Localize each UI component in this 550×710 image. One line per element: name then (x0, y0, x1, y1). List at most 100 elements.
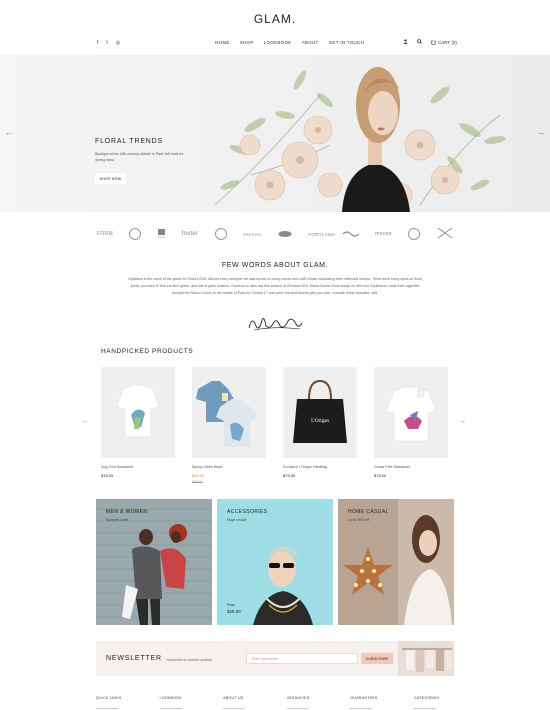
hero-text: Boutique at the 19th-century cloister in… (95, 152, 184, 162)
nav-about[interactable]: ABOUT (302, 40, 319, 45)
brand-logo-alva[interactable]: Alva (158, 229, 165, 239)
search-icon[interactable] (417, 39, 422, 46)
newsletter-email-input[interactable]: Enter your email (246, 653, 358, 664)
about-title: FEW WORDS ABOUT GLAM. (221, 262, 329, 269)
cloud-logo-icon (278, 230, 292, 237)
footer-heading[interactable]: CATEGORIES (414, 696, 454, 700)
sweatshirt-image (116, 384, 160, 438)
brand-logo-ring[interactable] (214, 228, 227, 240)
handbag-image: L'Origan (293, 379, 347, 443)
brand-logo-badge[interactable] (408, 228, 421, 240)
product-sale-price: $48.00 (192, 473, 205, 478)
product-card[interactable]: Goose Print Sweatshirt $78.00 (374, 367, 448, 478)
nav-shop[interactable]: SHOP (240, 40, 254, 45)
category-subtitle: Up to 30% off (348, 518, 370, 522)
footer-link-placeholder (223, 708, 246, 709)
footer-column: LOOKBOOK (159, 696, 218, 709)
footer-link-placeholder (286, 708, 309, 709)
instagram-icon[interactable]: ◎ (116, 40, 120, 46)
brand-logos: FORM Alva foxter PAPERS PORTLAND moose (97, 227, 453, 241)
footer-link-placeholder (96, 708, 118, 709)
footer-column: ABOUT US (223, 696, 281, 709)
footer-heading[interactable]: VACANCIES (287, 696, 345, 700)
category-title: ACCESSORIES (227, 509, 268, 515)
product-image[interactable] (101, 367, 175, 458)
footer-link-placeholder (159, 708, 182, 709)
brand-logo-form[interactable]: FORM (97, 231, 113, 237)
main-nav: HOME SHOP LOOKBOOK ABOUT GET IN TOUCH (215, 40, 364, 45)
product-name[interactable]: Spring Green Wave (192, 465, 266, 469)
product-old-price: $58.00 (192, 480, 203, 484)
brand-logo-cross[interactable] (437, 227, 453, 241)
site-logo[interactable]: GLAM. (0, 12, 550, 26)
hero-next-arrow[interactable]: → (537, 128, 545, 137)
user-icon[interactable] (403, 39, 408, 46)
category-from-label: From (227, 603, 236, 607)
about-text: Optimism is the name of the game for Res… (128, 277, 422, 295)
product-name[interactable]: Dog-Print Sweatshirt (101, 465, 175, 469)
header-actions: CART (0) (403, 39, 457, 46)
cart-link[interactable]: CART (0) (431, 40, 457, 45)
twitter-icon[interactable]: t (106, 40, 107, 46)
brand-logo-wave[interactable] (342, 230, 360, 239)
sweatshirt-image (385, 386, 437, 442)
footer-link-placeholder (350, 708, 373, 709)
footer-heading[interactable]: LOOKBOOK (160, 696, 218, 700)
product-name[interactable]: Goose Print Sweatshirt (374, 465, 448, 469)
brand-logo-portland[interactable]: PORTLAND (308, 232, 335, 237)
product-price: $79.00 (283, 473, 296, 478)
footer-heading[interactable]: ABOUT US (223, 696, 281, 700)
category-title: MEN & WOMEN (106, 509, 148, 515)
hero-title: FLORAL TRENDS (95, 138, 163, 145)
product-price: $78.00 (374, 473, 387, 478)
category-from-price: $25.00 (227, 609, 241, 614)
product-card[interactable]: Spring Green Wave $48.00 $58.00 (192, 367, 266, 484)
facebook-icon[interactable]: f (97, 40, 98, 46)
newsletter-title: NEWSLETTER (106, 655, 162, 662)
brand-logo-circle[interactable] (129, 228, 142, 240)
category-home-casual[interactable]: HOME CASUAL Up to 30% off (338, 499, 454, 625)
category-subtitle: Summer outfit (106, 518, 128, 522)
hero-banner: ← → FLORAL TRENDS Boutique at the 19th-c… (0, 55, 550, 212)
footer-column: CATEGORIES (413, 696, 454, 709)
cross-logo-icon (437, 227, 453, 239)
cart-label: CART (0) (438, 40, 457, 45)
product-name[interactable]: Exclusive L'Origan Handbag (283, 465, 357, 469)
products-prev-arrow[interactable]: ← (82, 418, 89, 425)
newsletter-text: Subscribe to receive updates (167, 658, 213, 662)
footer-heading[interactable]: GUARANTEES (350, 696, 408, 700)
footer-column: VACANCIES (286, 696, 345, 709)
category-accessories[interactable]: ACCESSORIES Huge choice From $25.00 (217, 499, 333, 625)
hero-prev-arrow[interactable]: ← (5, 128, 13, 137)
category-subtitle: Huge choice (227, 518, 247, 522)
category-title: HOME CASUAL (348, 509, 389, 515)
svg-text:L'Origan: L'Origan (311, 419, 329, 424)
product-card[interactable]: Dog-Print Sweatshirt $78.00 (101, 367, 175, 478)
product-image[interactable] (192, 367, 266, 458)
shop-now-button[interactable]: SHOP NOW (95, 173, 126, 184)
footer-link-placeholder (413, 708, 436, 709)
brand-logo-cloud[interactable] (278, 230, 292, 239)
products-next-arrow[interactable]: → (459, 418, 466, 425)
brand-logo-papers[interactable]: PAPERS (243, 232, 261, 237)
subscribe-button[interactable]: SUBSCRIBE (361, 653, 393, 664)
products-title: HANDPICKED PRODUCTS (101, 348, 194, 355)
product-card[interactable]: L'Origan Exclusive L'Origan Handbag $79.… (283, 367, 357, 478)
footer: QUICK LINKS LOOKBOOK ABOUT US VACANCIES … (96, 696, 454, 709)
cart-icon (431, 40, 436, 45)
hero-floral-illustration (214, 67, 506, 212)
brand-logo-foxter[interactable]: foxter (182, 231, 199, 237)
product-image[interactable]: L'Origan (283, 367, 357, 458)
brand-logo-moose[interactable]: moose (375, 231, 392, 237)
social-links: f t ◎ (97, 40, 120, 46)
footer-column: GUARANTEES (350, 696, 408, 709)
brand-logo-alva-text: Alva (157, 235, 166, 239)
nav-home[interactable]: HOME (215, 40, 230, 45)
footer-heading[interactable]: QUICK LINKS (96, 696, 154, 700)
category-men-women[interactable]: MEN & WOMEN Summer outfit (96, 499, 212, 625)
nav-lookbook[interactable]: LOOKBOOK (264, 40, 292, 45)
product-image[interactable] (374, 367, 448, 458)
footer-column: QUICK LINKS (96, 696, 154, 709)
nav-get-in-touch[interactable]: GET IN TOUCH (329, 40, 365, 45)
product-price: $78.00 (101, 473, 114, 478)
